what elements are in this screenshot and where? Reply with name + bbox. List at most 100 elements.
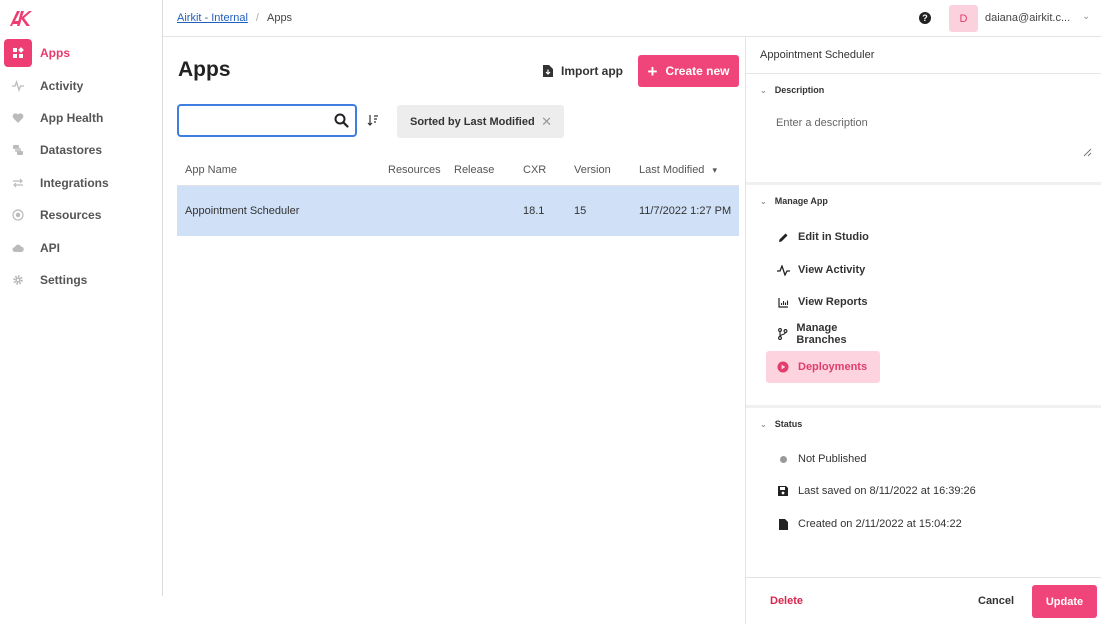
close-icon[interactable]: ✕ [541, 114, 552, 130]
search-box [177, 104, 357, 137]
column-header-cxr[interactable]: CXR [523, 164, 546, 176]
sort-desc-icon: ▾ [712, 165, 717, 175]
sort-chip: Sorted by Last Modified ✕ [397, 105, 564, 138]
section-title: Status [774, 419, 803, 429]
play-circle-icon [776, 361, 790, 373]
status-created: Created on 2/11/2022 at 15:04:22 [776, 518, 962, 530]
section-header-description[interactable]: ⌄ Description [760, 85, 824, 95]
sidebar-item-settings[interactable]: Settings [4, 264, 159, 296]
cloud-icon [4, 234, 32, 262]
sidebar-item-label: Resources [40, 208, 102, 223]
sort-icon[interactable] [367, 114, 379, 126]
cell-cxr: 18.1 [523, 205, 545, 217]
view-activity-button[interactable]: View Activity [766, 254, 880, 286]
import-app-button[interactable]: Import app [543, 60, 623, 82]
cancel-button[interactable]: Cancel [978, 595, 1014, 607]
file-icon [776, 518, 790, 530]
resize-grip-icon[interactable] [1083, 148, 1092, 157]
sidebar-item-label: API [40, 240, 61, 255]
apps-icon [4, 39, 32, 68]
delete-button[interactable]: Delete [770, 595, 803, 607]
column-header-app-name[interactable]: App Name [185, 164, 237, 176]
help-icon[interactable]: ? [919, 12, 931, 24]
section-header-status[interactable]: ⌄ Status [760, 419, 802, 429]
avatar[interactable]: D [949, 5, 978, 32]
create-new-button[interactable]: + Create new [638, 55, 739, 87]
column-header-version[interactable]: Version [574, 164, 611, 176]
sidebar-item-datastores[interactable]: Datastores [4, 134, 159, 166]
status-label: Not Published [798, 453, 867, 465]
gear-icon [4, 266, 32, 294]
search-input[interactable] [179, 106, 329, 135]
heart-icon [4, 104, 32, 132]
create-new-label: Create new [665, 64, 730, 78]
breadcrumb: Airkit - Internal / Apps [177, 12, 292, 24]
sidebar-item-label: Apps [40, 46, 70, 61]
chevron-down-icon: ⌄ [760, 196, 767, 206]
airkit-logo[interactable] [8, 9, 32, 27]
column-header-release[interactable]: Release [454, 164, 494, 176]
breadcrumb-parent-link[interactable]: Airkit - Internal [177, 12, 248, 24]
edit-in-studio-button[interactable]: Edit in Studio [766, 221, 880, 253]
sidebar-nav: Apps Activity App Health Datastores Inte… [4, 37, 159, 296]
column-header-resources[interactable]: Resources [388, 164, 441, 176]
sidebar-item-apps[interactable]: Apps [4, 37, 159, 69]
update-button[interactable]: Update [1032, 585, 1097, 618]
section-divider [746, 405, 1101, 408]
save-icon [776, 486, 790, 496]
status-not-published: Not Published [776, 453, 867, 465]
action-label: Deployments [798, 361, 868, 373]
dot-icon [776, 455, 790, 463]
sidebar: Apps Activity App Health Datastores Inte… [0, 0, 163, 596]
page-title: Apps [178, 58, 231, 81]
action-label: Manage Branches [796, 322, 847, 346]
sidebar-item-integrations[interactable]: Integrations [4, 167, 159, 199]
search-icon[interactable] [334, 113, 349, 128]
sidebar-item-app-health[interactable]: App Health [4, 102, 159, 134]
section-title: Description [774, 85, 825, 95]
section-title: Manage App [774, 196, 828, 206]
chevron-down-icon[interactable]: ⌄ [1082, 11, 1090, 22]
activity-icon [4, 72, 32, 100]
manage-branches-button[interactable]: Manage Branches [766, 318, 880, 350]
column-header-label: Last Modified [639, 164, 705, 176]
description-field[interactable] [776, 117, 1094, 159]
sidebar-item-label: Activity [40, 78, 84, 93]
plus-icon: + [647, 61, 658, 81]
sidebar-item-api[interactable]: API [4, 231, 159, 263]
cell-version: 15 [574, 205, 587, 217]
deployments-button[interactable]: Deployments [766, 351, 880, 383]
section-header-manage-app[interactable]: ⌄ Manage App [760, 196, 828, 206]
table-row[interactable]: Appointment Scheduler 18.1 15 11/7/2022 … [177, 186, 739, 236]
status-label: Last saved on 8/11/2022 at 16:39:26 [798, 485, 976, 497]
breadcrumb-current: Apps [266, 12, 293, 24]
section-divider [746, 182, 1101, 185]
swap-icon [4, 169, 32, 197]
app-details-panel: Appointment Scheduler ⌄ Description ⌄ Ma… [745, 37, 1101, 624]
pencil-icon [776, 232, 790, 243]
divider [746, 73, 1101, 74]
top-bar: Airkit - Internal / Apps ? D daiana@airkit… [163, 0, 1101, 37]
column-header-last-modified[interactable]: Last Modified ▾ [639, 164, 717, 176]
resources-icon [4, 201, 32, 229]
file-import-icon [543, 65, 553, 77]
sort-chip-label: Sorted by Last Modified [410, 115, 535, 128]
table-header: App Name Resources Release CXR Version L… [177, 155, 739, 186]
chevron-down-icon: ⌄ [760, 85, 767, 95]
sidebar-item-activity[interactable]: Activity [4, 69, 159, 101]
import-app-label: Import app [561, 64, 623, 78]
sidebar-item-label: Datastores [40, 143, 103, 158]
status-label: Created on 2/11/2022 at 15:04:22 [798, 518, 962, 530]
chart-icon [776, 297, 790, 308]
action-label: Edit in Studio [798, 231, 869, 243]
sidebar-item-label: Integrations [40, 175, 109, 190]
user-email[interactable]: daiana@airkit.c... [985, 12, 1070, 24]
footer-divider [746, 577, 1101, 578]
cell-last-modified: 11/7/2022 1:27 PM [639, 205, 732, 217]
view-reports-button[interactable]: View Reports [766, 286, 880, 318]
sidebar-item-label: App Health [40, 110, 104, 125]
activity-icon [776, 264, 790, 276]
sidebar-item-resources[interactable]: Resources [4, 199, 159, 231]
chevron-down-icon: ⌄ [760, 419, 767, 429]
action-label: View Activity [798, 264, 866, 276]
